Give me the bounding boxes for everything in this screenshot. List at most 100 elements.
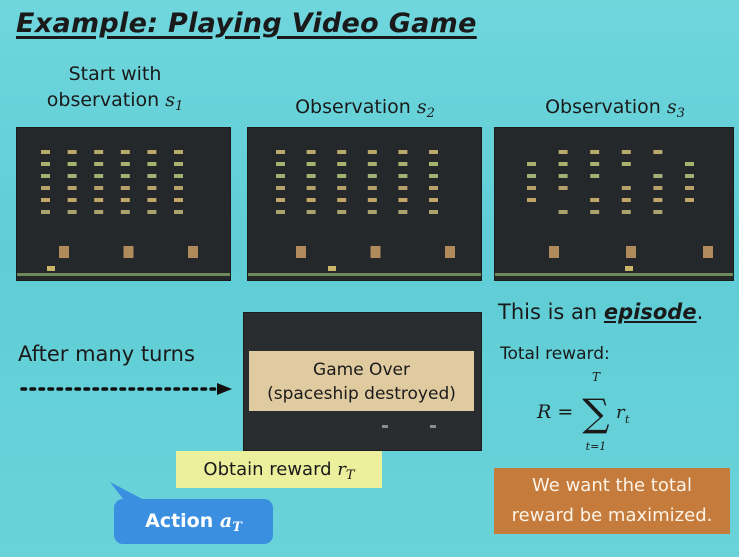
formula-term-sub: t bbox=[625, 413, 630, 426]
panel-1-symbol: s bbox=[165, 88, 175, 111]
invader-sprite bbox=[398, 150, 408, 154]
panel-1-caption-line2-wrap: observation s1 bbox=[40, 88, 190, 116]
panel-2-symbol: s bbox=[416, 96, 427, 118]
invader-sprite bbox=[621, 186, 631, 190]
invader-sprite bbox=[621, 150, 631, 154]
panel-3-symbol: s bbox=[666, 96, 677, 118]
invader-sprite bbox=[398, 198, 408, 202]
game-over-debris bbox=[382, 425, 436, 428]
invader-sprite bbox=[120, 186, 130, 190]
panel-1-subscript: 1 bbox=[174, 98, 184, 114]
invader-sprite bbox=[558, 150, 568, 154]
shield-block bbox=[59, 246, 69, 258]
invader-sprite bbox=[174, 150, 183, 154]
player-ship bbox=[625, 266, 633, 271]
invader-sprite bbox=[685, 186, 694, 190]
panel-3-subscript: 3 bbox=[676, 106, 685, 121]
observation-3-screen bbox=[494, 127, 734, 281]
invader-sprite bbox=[276, 186, 285, 190]
action-symbol: a bbox=[219, 510, 233, 532]
invader-sprite bbox=[653, 210, 663, 214]
panel-2-caption-text: Observation bbox=[295, 96, 417, 118]
ground-line bbox=[495, 273, 733, 276]
invader-sprite bbox=[94, 198, 104, 202]
invader-sprite bbox=[337, 186, 347, 190]
maximize-line2: reward be maximized. bbox=[511, 505, 713, 526]
invader-sprite bbox=[367, 174, 377, 178]
invader-sprite bbox=[147, 150, 157, 154]
invader-sprite bbox=[147, 174, 157, 178]
formula-lhs: R = bbox=[536, 401, 573, 423]
obtain-reward-tag: Obtain reward rT bbox=[176, 451, 382, 488]
invader-sprite bbox=[67, 210, 77, 214]
sigma-icon: ∑ bbox=[582, 391, 609, 435]
invader-sprite bbox=[306, 210, 316, 214]
invader-sprite bbox=[276, 162, 285, 166]
invader-sprite bbox=[398, 174, 408, 178]
invader-sprite bbox=[41, 150, 50, 154]
invader-sprite bbox=[67, 186, 77, 190]
episode-suffix: . bbox=[696, 300, 704, 324]
episode-word: episode bbox=[603, 300, 697, 324]
panel-2-caption: Observation s2 bbox=[280, 95, 450, 123]
invader-sprite bbox=[147, 198, 157, 202]
invader-sprite bbox=[174, 174, 183, 178]
invader-sprite bbox=[590, 162, 600, 166]
invader-sprite bbox=[367, 150, 377, 154]
invader-sprite bbox=[67, 198, 77, 202]
invader-sprite bbox=[94, 210, 104, 214]
invader-sprite bbox=[527, 174, 536, 178]
shield-block bbox=[188, 246, 198, 258]
action-subscript: T bbox=[232, 520, 242, 535]
invader-sprite bbox=[653, 174, 663, 178]
shield-block bbox=[445, 246, 455, 258]
invader-sprite bbox=[276, 198, 285, 202]
maximize-reward-box: We want the total reward be maximized. bbox=[494, 468, 730, 534]
invader-sprite bbox=[429, 186, 438, 190]
invader-sprite bbox=[276, 150, 285, 154]
invader-sprite bbox=[527, 186, 536, 190]
observation-2-screen bbox=[247, 127, 482, 281]
action-text: Action bbox=[145, 510, 220, 532]
player-ship bbox=[47, 266, 55, 271]
invader-sprite bbox=[41, 162, 50, 166]
invader-sprite bbox=[174, 210, 183, 214]
dotted-arrow-icon bbox=[20, 383, 232, 395]
invader-sprite bbox=[306, 150, 316, 154]
invader-sprite bbox=[590, 174, 600, 178]
invader-sprite bbox=[527, 198, 536, 202]
invader-sprite bbox=[276, 174, 285, 178]
shield-block bbox=[296, 246, 306, 258]
invader-sprite bbox=[306, 186, 316, 190]
invader-sprite bbox=[398, 162, 408, 166]
invader-sprite bbox=[653, 150, 663, 154]
invader-sprite bbox=[306, 198, 316, 202]
shield-block bbox=[549, 246, 559, 258]
game-over-screen: Game Over (spaceship destroyed) bbox=[243, 312, 482, 451]
reward-subscript: T bbox=[345, 468, 355, 483]
invader-sprite bbox=[621, 162, 631, 166]
invader-sprite bbox=[94, 150, 104, 154]
total-reward-label: Total reward: bbox=[500, 344, 610, 364]
invader-sprite bbox=[337, 210, 347, 214]
total-reward-formula: R = T ∑ t=1 r t bbox=[536, 370, 630, 453]
observation-1-screen bbox=[16, 127, 231, 281]
invader-sprite bbox=[621, 210, 631, 214]
invader-sprite bbox=[41, 174, 50, 178]
invader-sprite bbox=[367, 186, 377, 190]
slide-title: Example: Playing Video Game bbox=[16, 8, 477, 39]
invader-sprite bbox=[429, 150, 438, 154]
invader-sprite bbox=[276, 210, 285, 214]
invader-sprite bbox=[429, 198, 438, 202]
invader-sprite bbox=[398, 210, 408, 214]
shield-block bbox=[626, 246, 636, 258]
invader-sprite bbox=[429, 162, 438, 166]
invader-sprite bbox=[590, 198, 600, 202]
shield-block bbox=[123, 246, 134, 258]
invader-sprite bbox=[174, 162, 183, 166]
invader-sprite bbox=[367, 198, 377, 202]
invader-sprite bbox=[558, 174, 568, 178]
action-bubble: Action aT bbox=[114, 499, 273, 544]
formula-sum-top: T bbox=[592, 370, 601, 384]
invader-sprite bbox=[147, 162, 157, 166]
